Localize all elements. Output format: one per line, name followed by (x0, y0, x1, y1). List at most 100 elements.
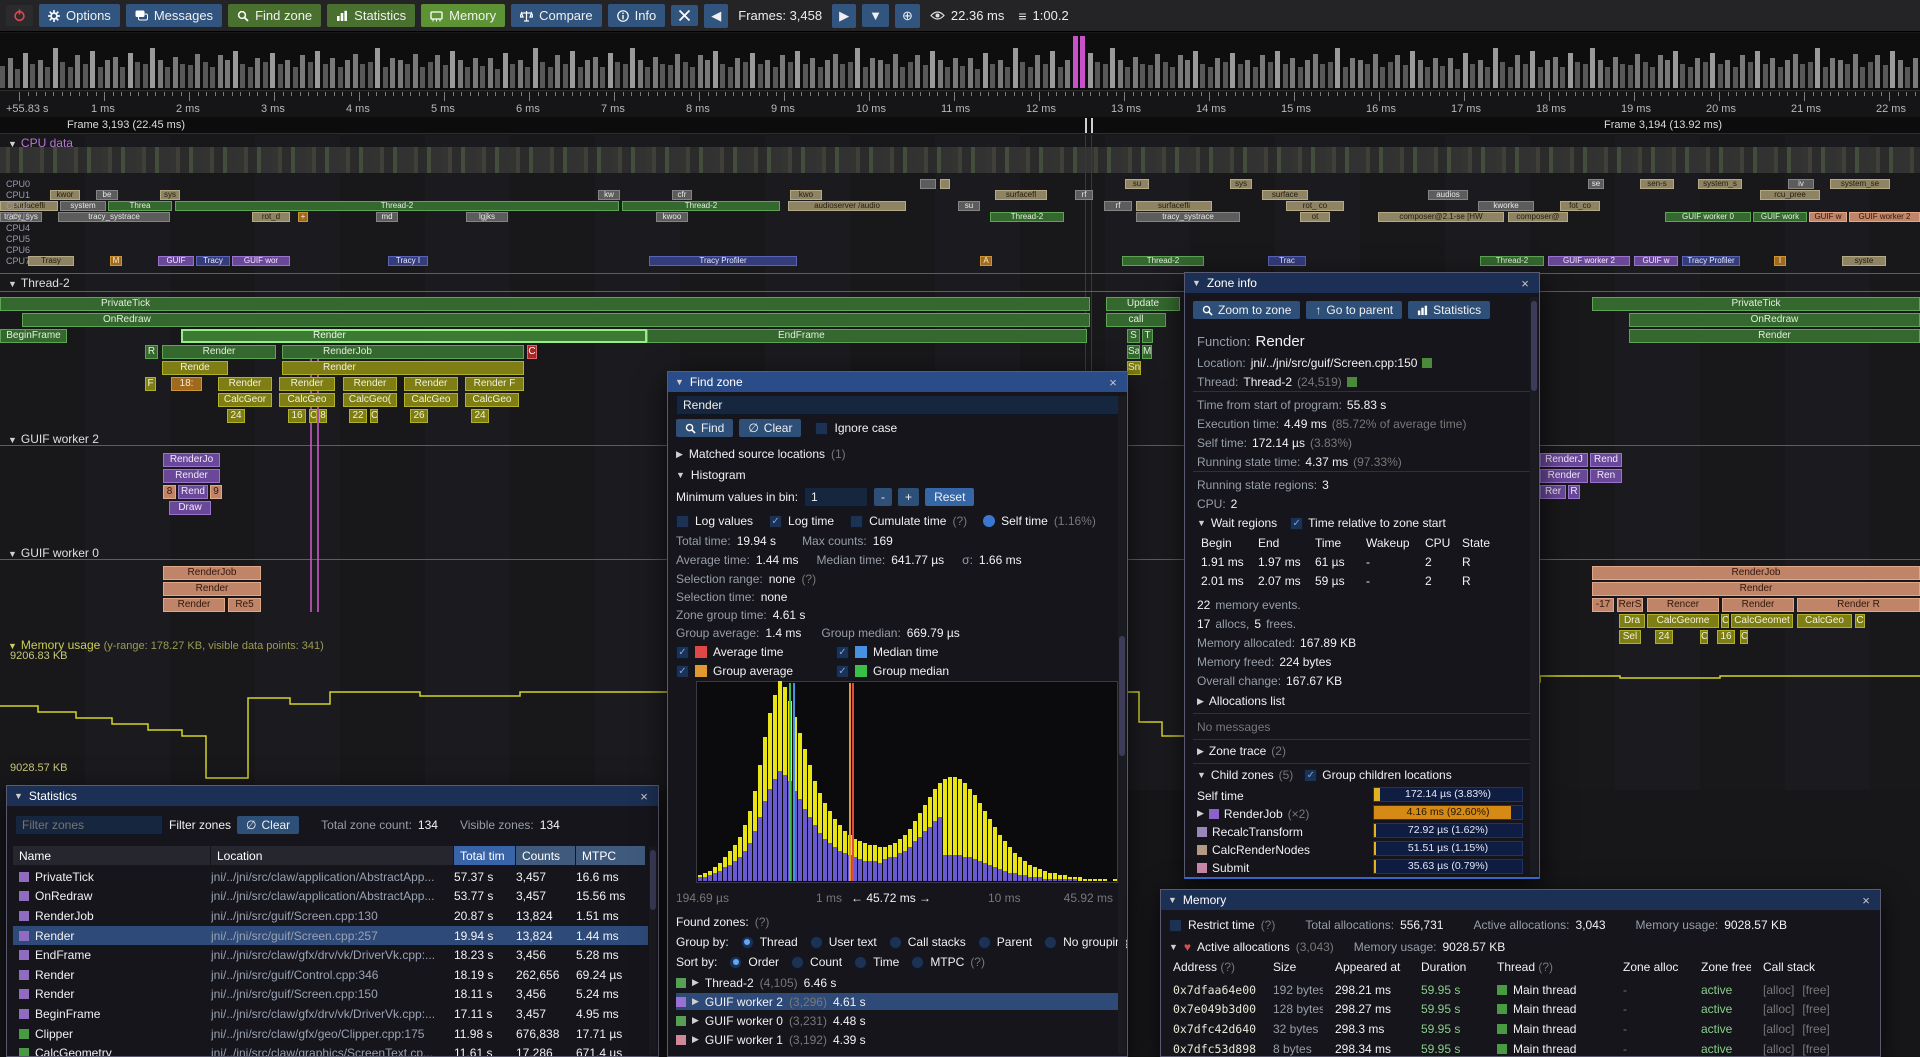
messages-button[interactable]: Messages (126, 4, 222, 27)
info-button[interactable]: Info (608, 4, 666, 27)
legend-checkbox[interactable]: ✓ (836, 646, 849, 659)
table-row[interactable]: PrivateTickjni/../jni/src/claw/applicati… (13, 867, 648, 887)
timeline-zone[interactable]: CalcGeo( (343, 393, 397, 407)
found-zone-group-row[interactable]: ▶Thread-2(4,105)6.46 s (676, 974, 1119, 991)
cpu-zone[interactable]: Threa (108, 201, 172, 211)
clear-button[interactable]: ∅Clear (739, 419, 801, 437)
cpu-zone[interactable]: lgjks (466, 212, 508, 222)
timeline-zone[interactable]: RenderJo (163, 453, 220, 467)
cpu-zone[interactable]: composer@ (1508, 212, 1568, 222)
allocations-list-row[interactable]: ▶Allocations list (1197, 693, 1525, 709)
timeline-zone[interactable]: 22 (349, 409, 367, 423)
time-relative-checkbox[interactable]: ✓ (1290, 517, 1303, 530)
timeline-zone[interactable]: Rer (1540, 485, 1566, 499)
timeline-zone[interactable]: Rende (162, 361, 228, 375)
timeline-zone[interactable]: Render (218, 377, 272, 391)
timeline-zone[interactable]: RenderJ (1540, 453, 1588, 467)
timeline-zone[interactable]: Ren (1590, 469, 1622, 483)
timeline-zone[interactable]: 18: (171, 377, 202, 391)
timeline-zone[interactable]: CalcGeo (1797, 614, 1852, 628)
cpu-zone[interactable]: Thread-2 (990, 212, 1064, 222)
cumulate-time-checkbox[interactable] (850, 515, 863, 528)
allocation-row[interactable]: 0x7dfaa64e00192 bytes298.21 ms59.95 sMai… (1161, 980, 1876, 1000)
timeline-zone[interactable]: C (1700, 630, 1708, 644)
cpu-zone[interactable]: rf (1104, 201, 1132, 211)
cpu-zone[interactable]: be (96, 190, 118, 200)
find-zone-scrollbar[interactable] (1118, 396, 1126, 1054)
zone-info-titlebar[interactable]: ▼Zone info× (1185, 273, 1539, 293)
find-zone-titlebar[interactable]: ▼Find zone× (668, 372, 1127, 392)
column-header-total-tim[interactable]: Total tim (454, 846, 516, 865)
timeline-zone[interactable]: Rencer (1647, 598, 1719, 612)
cpu-zone[interactable]: + (298, 212, 308, 222)
min-bin-input[interactable] (804, 487, 868, 507)
cpu-zone[interactable]: Tracy I (388, 256, 428, 266)
child-zones-row[interactable]: ▼Child zones(5) ✓ Group children locatio… (1197, 767, 1525, 783)
power-button[interactable] (6, 5, 33, 26)
wait-regions-row[interactable]: ▼Wait regions ✓ Time relative to zone st… (1197, 515, 1525, 531)
cpu-zone[interactable]: sen-s (1640, 179, 1674, 189)
compare-button[interactable]: Compare (511, 4, 601, 27)
found-zone-group-row[interactable]: ▶GUIF worker 0(3,231)4.48 s (676, 1012, 1119, 1029)
timeline-zone[interactable]: C (309, 409, 317, 423)
cpu-zone[interactable]: cfr (672, 190, 692, 200)
timeline-zone[interactable]: Rend (178, 485, 208, 499)
timeline-zone[interactable]: 26 (410, 409, 428, 423)
timeline-zone[interactable]: Render F (465, 377, 524, 391)
cpu-zone[interactable]: system (60, 201, 106, 211)
focus-frame-button[interactable]: ⊕ (895, 4, 920, 28)
timeline-zone[interactable]: Sel (1619, 630, 1641, 644)
cpu-zone[interactable]: GUIF w (1634, 256, 1678, 266)
prev-frame-button[interactable]: ◀ (704, 4, 728, 28)
column-header-call-stack[interactable]: Call stack (1751, 960, 1861, 978)
legend-checkbox[interactable]: ✓ (836, 665, 849, 678)
column-header-size[interactable]: Size (1261, 960, 1323, 978)
radio-parent[interactable] (978, 936, 991, 949)
radio-thread[interactable] (741, 936, 754, 949)
cpu-zone[interactable]: GUIF work (1753, 212, 1807, 222)
radio-mtpc[interactable] (911, 956, 924, 969)
timeline-zone[interactable]: OnRedraw (22, 313, 1090, 327)
zone-search-input[interactable] (676, 395, 1119, 415)
cpu-zone[interactable]: system_s (1698, 179, 1742, 189)
table-row[interactable]: OnRedrawjni/../jni/src/claw/application/… (13, 887, 648, 907)
histogram-section-row[interactable]: ▼Histogram (676, 466, 1119, 484)
next-frame-button[interactable]: ▶ (832, 4, 856, 28)
cpu-zone[interactable]: I (1774, 256, 1786, 266)
ignore-case-checkbox[interactable] (815, 422, 828, 435)
column-header-location[interactable]: Location (211, 846, 454, 865)
legend-checkbox[interactable]: ✓ (676, 646, 689, 659)
column-header-address[interactable]: Address (?) (1161, 960, 1261, 978)
timeline-zone[interactable]: C (370, 409, 378, 423)
timeline-zone[interactable]: PrivateTick (1592, 297, 1920, 311)
timeline-zone[interactable]: 8 (319, 409, 327, 423)
cpu-zone[interactable]: GUIF worker 2 (1548, 256, 1630, 266)
timeline-zone[interactable]: 8 (163, 485, 176, 499)
zone-info-scrollbar[interactable] (1530, 297, 1538, 875)
timeline-zone[interactable]: RenderJob (163, 566, 261, 580)
timeline-zone[interactable]: C (1855, 614, 1865, 628)
cpu-zone[interactable]: kwo (790, 190, 822, 200)
thread2-header[interactable]: ▼Thread-2 (8, 276, 70, 290)
timeline-zone[interactable]: Re5 (228, 598, 261, 612)
reset-button[interactable]: Reset (925, 488, 974, 506)
radio-order[interactable] (729, 956, 742, 969)
cpu-zone[interactable]: GUIF wor (232, 256, 290, 266)
timeline-zone[interactable]: Draw (169, 501, 211, 515)
cpu-zone[interactable]: su (958, 201, 980, 211)
cpu-zone[interactable]: M (110, 256, 122, 266)
radio-no-grouping[interactable] (1044, 936, 1057, 949)
timeline-zone[interactable]: S (1127, 329, 1140, 343)
timeline-zone[interactable]: 24 (471, 409, 489, 423)
timeline-zone[interactable]: Render (163, 582, 261, 596)
timeline-zone[interactable]: Render (1629, 329, 1920, 343)
timeline-zone[interactable]: -17 (1592, 598, 1614, 612)
timeline-zone[interactable]: 16 (1717, 630, 1735, 644)
timeline-zone[interactable]: R (1568, 485, 1580, 499)
cpu-zone[interactable]: rf (1075, 190, 1093, 200)
guif-worker0-header[interactable]: ▼GUIF worker 0 (8, 546, 99, 560)
cpu-zone[interactable]: audioserver /audio (788, 201, 906, 211)
zoom-to-zone-button[interactable]: Zoom to zone (1193, 301, 1300, 319)
self-time-toggle[interactable] (983, 515, 995, 527)
cpu-zone[interactable]: tracy_systrace (1136, 212, 1240, 222)
